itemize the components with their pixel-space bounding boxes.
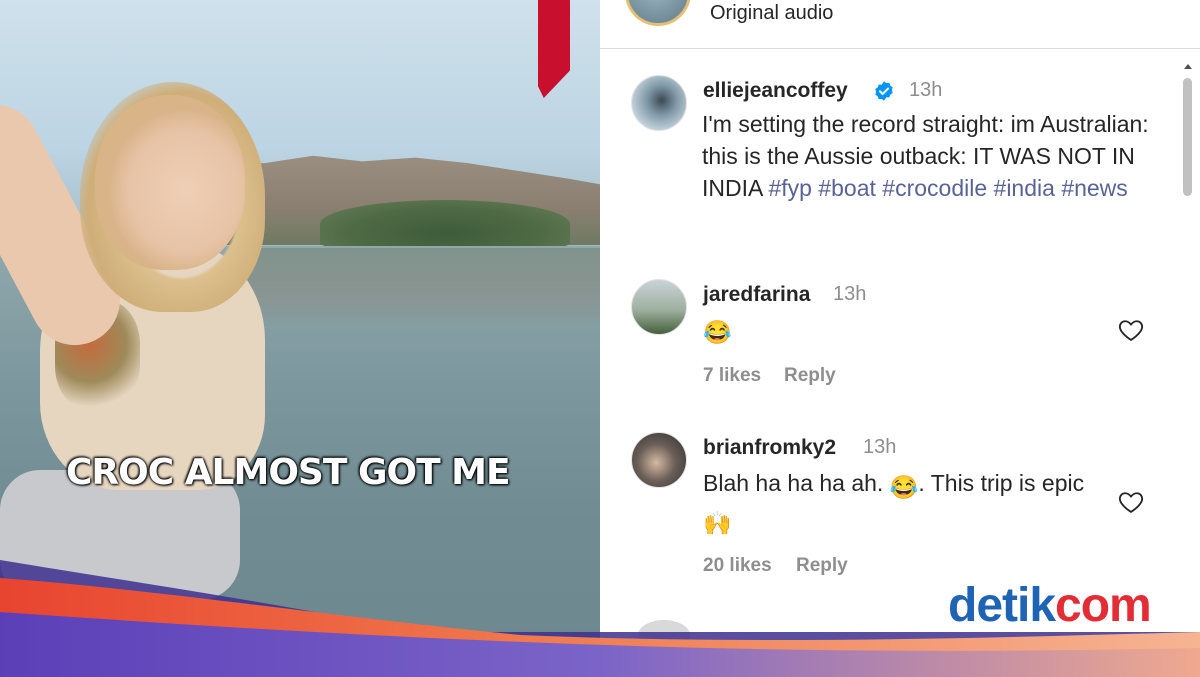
raised-hands-emoji: 🙌 bbox=[703, 510, 732, 536]
comment-text: 😂 bbox=[703, 312, 732, 348]
comment-text: Blah ha ha ha ah. 😂. This trip is epic 🙌 bbox=[703, 467, 1103, 539]
verified-badge-icon bbox=[875, 81, 893, 101]
post-caption-text: I'm setting the record straight: im Aust… bbox=[702, 108, 1152, 204]
scroll-up-arrow-icon[interactable] bbox=[1181, 60, 1195, 72]
heart-icon[interactable] bbox=[1116, 488, 1146, 516]
comment-username[interactable]: jaredfarina bbox=[703, 283, 810, 307]
laughing-emoji: 😂 bbox=[889, 474, 919, 500]
hashtag-news[interactable]: #news bbox=[1061, 175, 1127, 201]
post-timestamp[interactable]: 13h bbox=[909, 79, 942, 102]
comment-timestamp[interactable]: 13h bbox=[833, 283, 866, 306]
video-caption: CROC ALMOST GOT ME bbox=[66, 452, 511, 493]
divider bbox=[600, 48, 1200, 49]
hashtag-fyp[interactable]: #fyp bbox=[768, 175, 811, 201]
red-ribbon-decoration bbox=[538, 0, 570, 98]
scrollbar-thumb[interactable] bbox=[1183, 78, 1192, 196]
water-reflection bbox=[240, 248, 600, 328]
avatar-jaredfarina[interactable] bbox=[631, 279, 687, 335]
comment-likes-count[interactable]: 20 likes bbox=[703, 555, 772, 577]
original-audio-label[interactable]: Original audio bbox=[710, 2, 833, 25]
hashtag-india[interactable]: #india bbox=[994, 175, 1055, 201]
avatar-brianfromky2[interactable] bbox=[631, 432, 687, 488]
reply-button[interactable]: Reply bbox=[796, 555, 848, 577]
audio-avatar[interactable] bbox=[625, 0, 691, 26]
comment-likes-count[interactable]: 7 likes bbox=[703, 365, 761, 387]
avatar-elliejeancoffey[interactable] bbox=[631, 75, 687, 131]
comments-panel: Original audio elliejeancoffey 13h I'm s… bbox=[600, 0, 1200, 677]
hashtag-crocodile[interactable]: #crocodile bbox=[882, 175, 987, 201]
heart-icon[interactable] bbox=[1116, 316, 1146, 344]
video-player[interactable]: CROC ALMOST GOT ME bbox=[0, 0, 600, 677]
island-trees bbox=[320, 200, 570, 248]
detikcom-logo: detikcom bbox=[948, 578, 1152, 633]
next-comment-avatar[interactable] bbox=[638, 620, 690, 650]
comment-text-part: Blah ha ha ha ah. bbox=[703, 470, 884, 496]
person-face bbox=[95, 95, 245, 270]
comment-text-part: . This trip is epic bbox=[918, 470, 1085, 496]
comment-timestamp[interactable]: 13h bbox=[863, 436, 896, 459]
hashtag-boat[interactable]: #boat bbox=[818, 175, 876, 201]
laughing-emoji: 😂 bbox=[703, 319, 732, 345]
post-username[interactable]: elliejeancoffey bbox=[703, 79, 848, 103]
logo-part: com bbox=[1055, 579, 1152, 632]
comment-username[interactable]: brianfromky2 bbox=[703, 436, 836, 460]
reply-button[interactable]: Reply bbox=[784, 365, 836, 387]
logo-part: detik bbox=[948, 579, 1056, 632]
